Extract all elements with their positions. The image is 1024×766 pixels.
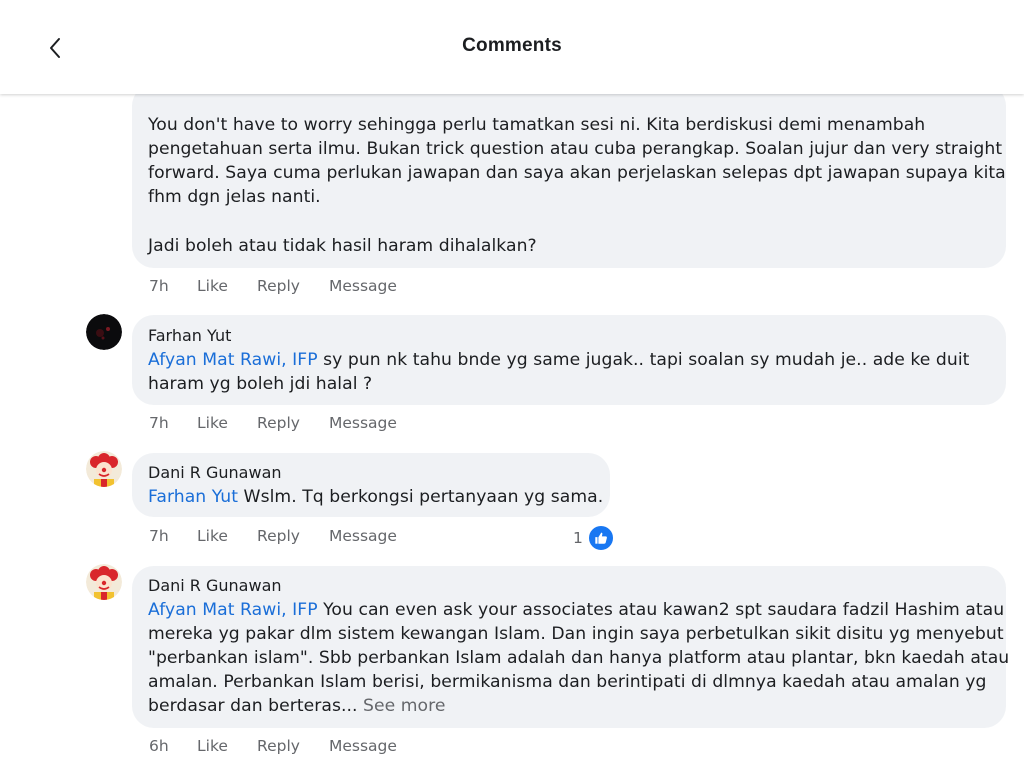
comment-bubble: Farhan Yut Afyan Mat Rawi, IFP sy pun nk…: [132, 315, 1006, 405]
comment-text-line: pengetahuan serta ilmu. Bukan trick ques…: [148, 139, 1003, 159]
comment-text-line: Afyan Mat Rawi, IFP You can even ask you…: [148, 600, 1005, 620]
like-button[interactable]: Like: [197, 414, 228, 432]
comment-text-line: amalan. Perbankan Islam berisi, bermikan…: [148, 672, 987, 692]
thumbs-up-icon: [586, 524, 615, 552]
clown-avatar-image: [86, 564, 122, 600]
comment-timestamp: 7h: [149, 414, 169, 432]
like-button[interactable]: Like: [197, 527, 228, 545]
reaction-summary[interactable]: 1: [573, 524, 615, 552]
comment-timestamp: 7h: [149, 527, 169, 545]
comment-author[interactable]: Farhan Yut: [148, 326, 231, 345]
clown-avatar-image: [86, 451, 122, 487]
page-title: Comments: [462, 35, 562, 56]
message-button[interactable]: Message: [329, 527, 397, 545]
mention-link[interactable]: Farhan Yut: [148, 487, 238, 507]
header-bar: Comments: [0, 0, 1024, 94]
comment-text-line: "perbankan islam". Sbb perbankan Islam a…: [148, 648, 1010, 668]
comment-text-line: mereka yg pakar dlm sistem kewangan Isla…: [148, 624, 1004, 644]
like-button[interactable]: Like: [197, 277, 228, 295]
comment-bubble: Dani R Gunawan Farhan Yut Wslm. Tq berko…: [132, 453, 610, 517]
comment-text-line: forward. Saya cuma perlukan jawapan dan …: [148, 163, 1006, 183]
reply-button[interactable]: Reply: [257, 737, 300, 755]
comment-timestamp: 7h: [149, 277, 169, 295]
reaction-count: 1: [573, 529, 583, 547]
message-button[interactable]: Message: [329, 414, 397, 432]
comment-text-line: You don't have to worry sehingga perlu t…: [148, 115, 926, 135]
message-button[interactable]: Message: [329, 277, 397, 295]
comment-text-line: haram yg boleh jdi halal ?: [148, 374, 373, 394]
like-button[interactable]: Like: [197, 737, 228, 755]
reply-button[interactable]: Reply: [257, 527, 300, 545]
comment-timestamp: 6h: [149, 737, 169, 755]
avatar[interactable]: [86, 564, 122, 600]
see-more-link[interactable]: See more: [358, 696, 446, 716]
reply-button[interactable]: Reply: [257, 414, 300, 432]
reply-button[interactable]: Reply: [257, 277, 300, 295]
avatar[interactable]: [86, 451, 122, 487]
comment-text-line: berdasar dan berteras... See more: [148, 696, 446, 716]
comment-text-line: Afyan Mat Rawi, IFP sy pun nk tahu bnde …: [148, 350, 970, 370]
avatar[interactable]: [86, 314, 122, 350]
comment-text-line: Jadi boleh atau tidak hasil haram dihala…: [148, 236, 537, 256]
comment-text-line: fhm dgn jelas nanti.: [148, 187, 321, 207]
avatar-image: [86, 314, 122, 350]
comment-author[interactable]: Dani R Gunawan: [148, 463, 282, 482]
comment-bubble: You don't have to worry sehingga perlu t…: [132, 84, 1006, 268]
comment-text-line: Farhan Yut Wslm. Tq berkongsi pertanyaan…: [148, 487, 604, 507]
mention-link[interactable]: Afyan Mat Rawi, IFP: [148, 600, 318, 620]
comment-author[interactable]: Dani R Gunawan: [148, 576, 282, 595]
mention-link[interactable]: Afyan Mat Rawi, IFP: [148, 350, 318, 370]
message-button[interactable]: Message: [329, 737, 397, 755]
comment-bubble: Dani R Gunawan Afyan Mat Rawi, IFP You c…: [132, 566, 1010, 728]
